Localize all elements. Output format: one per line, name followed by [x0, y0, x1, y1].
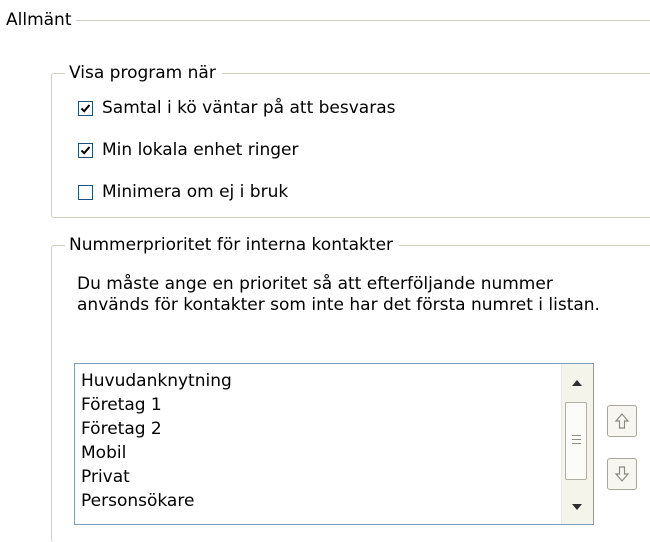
minimize-unused-label: Minimera om ej i bruk [102, 182, 289, 202]
arrow-down-icon [614, 466, 630, 482]
section-rule [6, 20, 650, 21]
queue-waiting-checkbox[interactable] [78, 100, 93, 116]
list-item[interactable]: Företag 2 [81, 418, 162, 440]
grip-line [572, 435, 581, 436]
list-item[interactable]: Personsökare [81, 490, 194, 512]
grip-line [572, 443, 581, 444]
list-item[interactable]: Mobil [81, 442, 126, 464]
priority-description: Du måste ange en prioritet så att efterf… [77, 274, 600, 315]
listbox-scrollbar[interactable] [561, 364, 593, 524]
minimize-unused-checkbox[interactable] [78, 184, 93, 200]
list-item[interactable]: Privat [81, 466, 130, 488]
checkmark-icon [80, 145, 91, 155]
scroll-up-arrow-icon[interactable] [572, 380, 582, 386]
priority-listbox[interactable]: Huvudanknytning Företag 1 Företag 2 Mobi… [74, 363, 594, 525]
list-item[interactable]: Huvudanknytning [81, 370, 232, 392]
local-device-ringing-checkbox[interactable] [78, 142, 93, 158]
checkbox-row-minimize[interactable]: Minimera om ej i bruk [78, 181, 288, 203]
number-priority-group-title: Nummerprioritet för interna kontakter [65, 235, 400, 255]
queue-waiting-label: Samtal i kö väntar på att besvaras [102, 98, 396, 118]
scroll-thumb[interactable] [565, 402, 587, 480]
list-item[interactable]: Företag 1 [81, 394, 162, 416]
move-down-button[interactable] [607, 458, 637, 490]
checkbox-row-queue[interactable]: Samtal i kö väntar på att besvaras [78, 97, 396, 119]
visa-program-group-title: Visa program när [65, 63, 222, 83]
local-device-ringing-label: Min lokala enhet ringer [102, 140, 299, 160]
checkmark-icon [80, 103, 91, 113]
checkbox-row-ringing[interactable]: Min lokala enhet ringer [78, 139, 298, 161]
move-up-button[interactable] [607, 405, 637, 437]
scroll-down-arrow-icon[interactable] [572, 504, 582, 510]
grip-line [572, 439, 581, 440]
section-title: Allmänt [6, 10, 76, 30]
arrow-up-icon [614, 413, 630, 429]
